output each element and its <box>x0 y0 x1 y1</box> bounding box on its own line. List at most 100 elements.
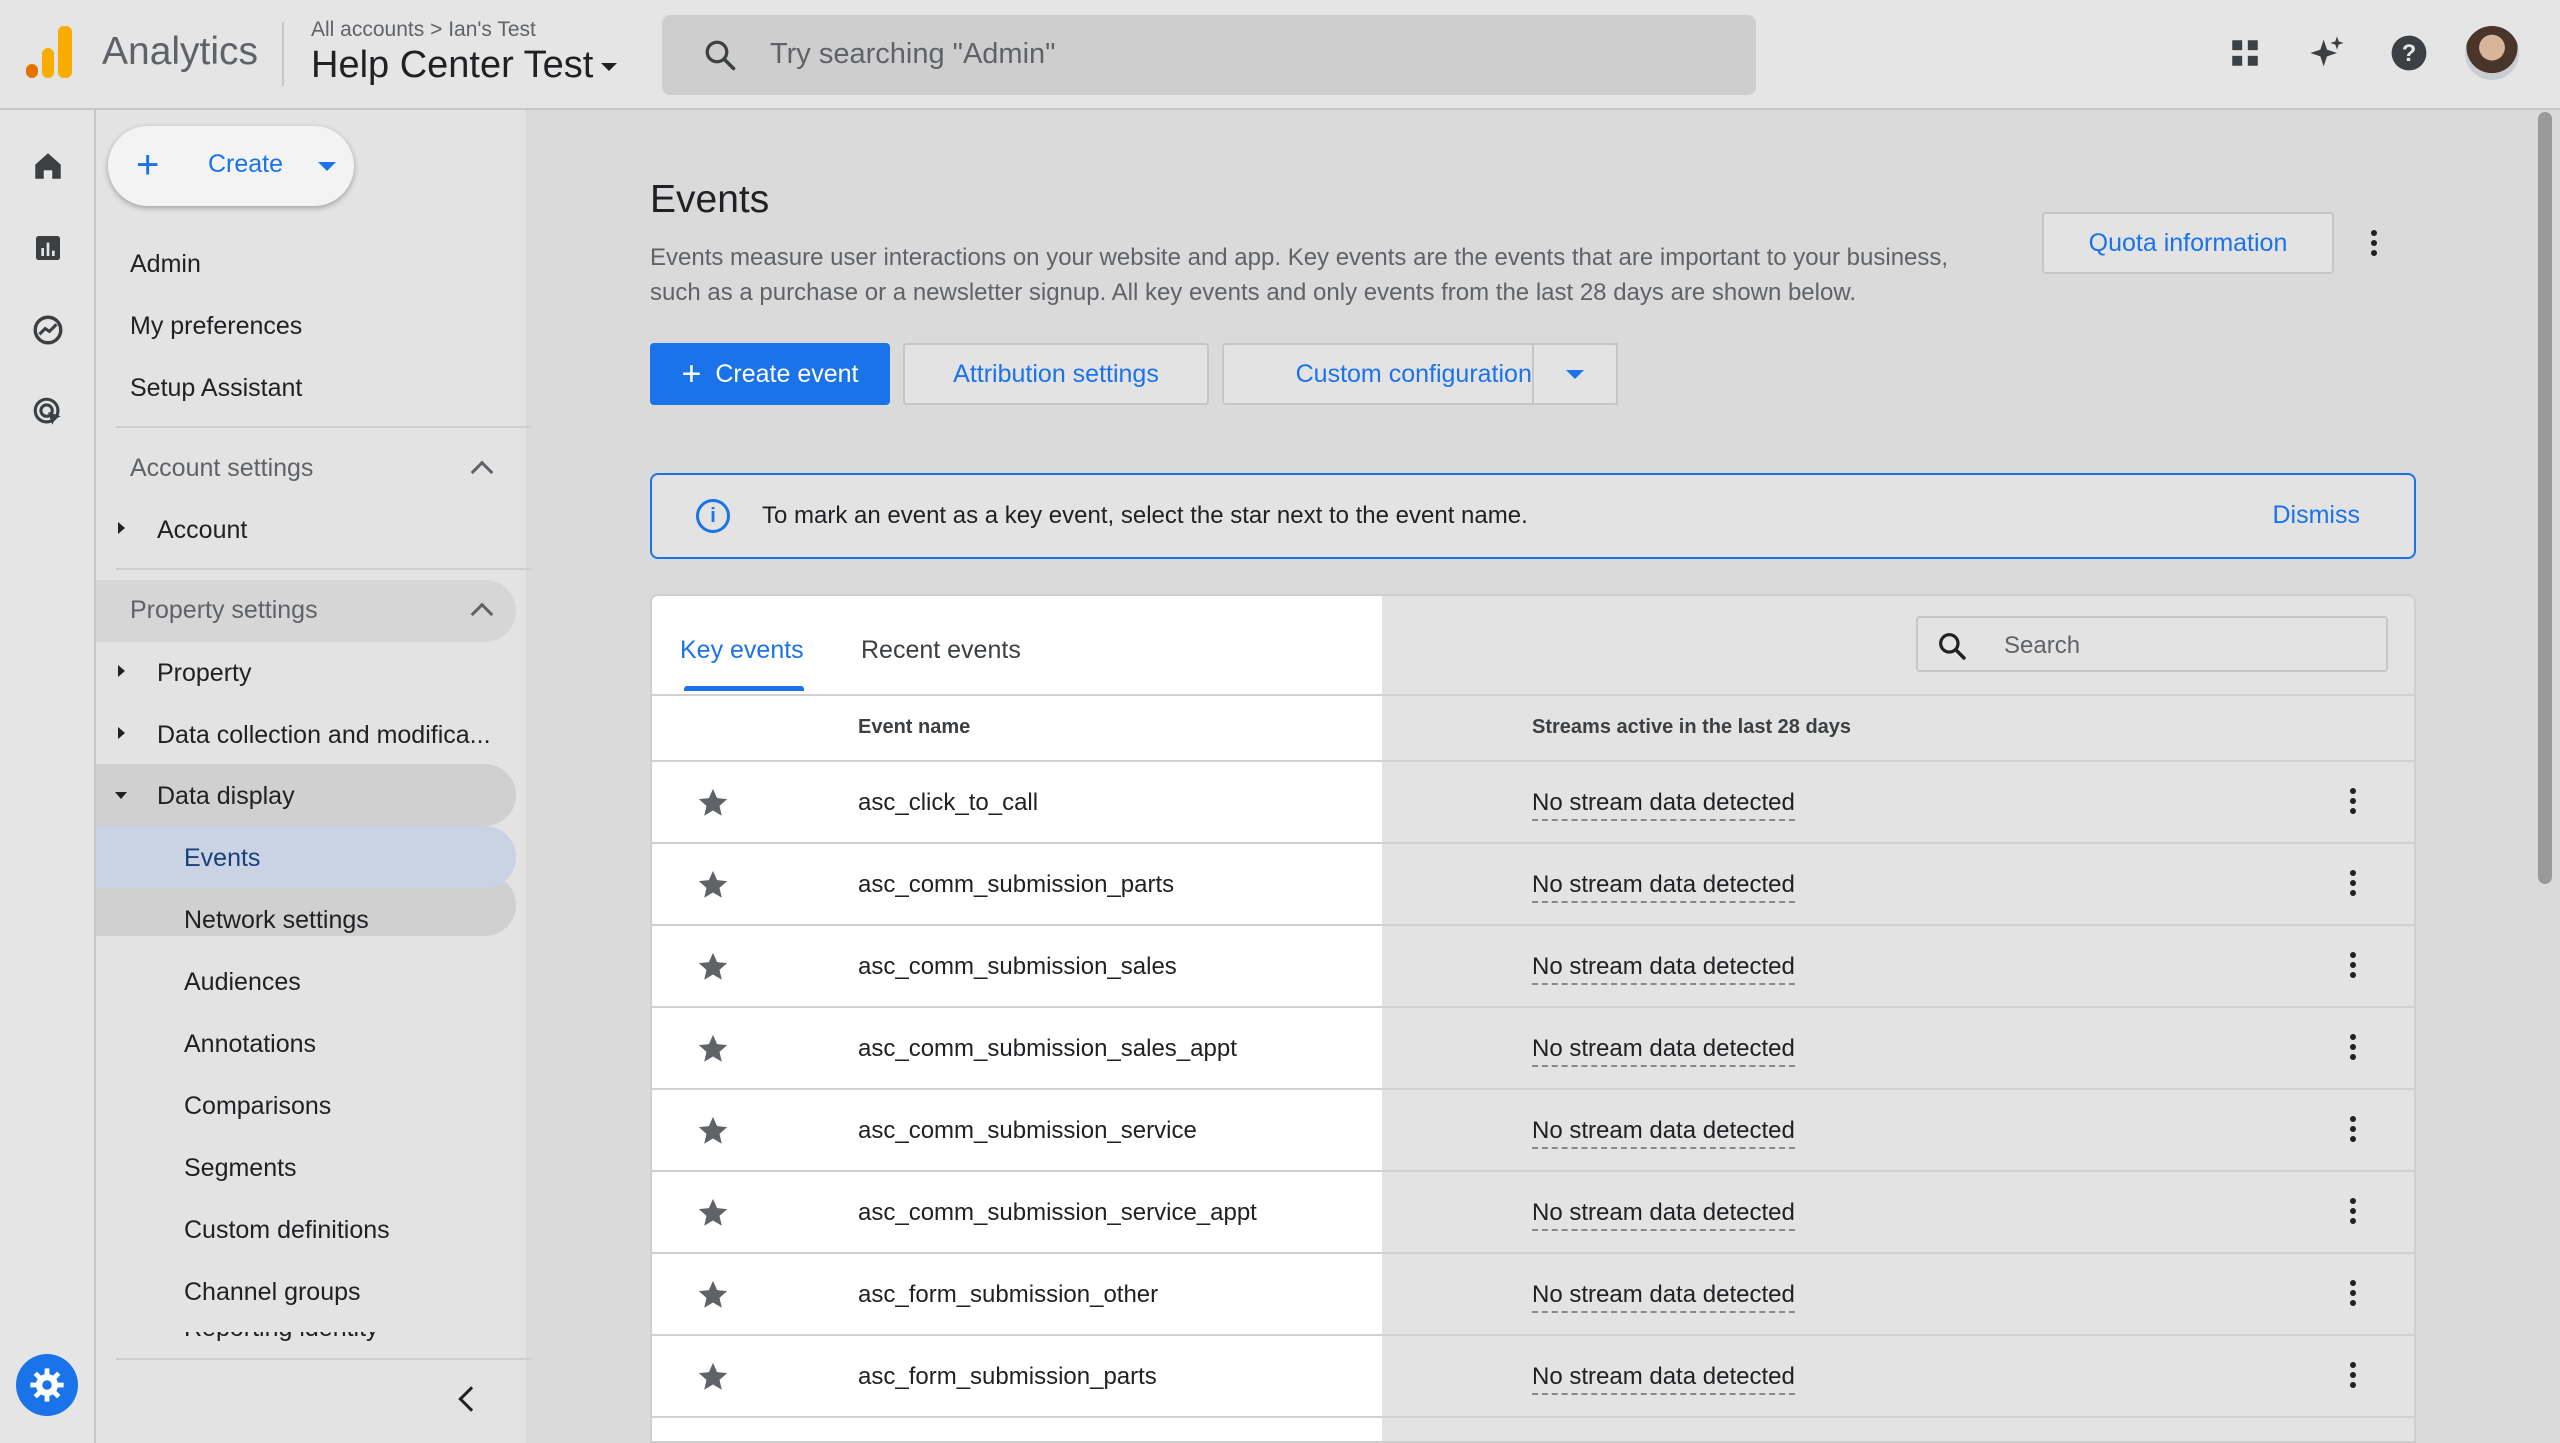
nav-item-data-display[interactable]: Data display <box>157 782 295 811</box>
advertising-icon[interactable] <box>28 392 68 432</box>
table-row: asc_click_to_call No stream data detecte… <box>652 762 2414 844</box>
stream-status[interactable]: No stream data detected <box>1532 871 1795 903</box>
table-row: asc_comm_submission_sales_appt No stream… <box>652 1008 2414 1090</box>
sparkle-icon[interactable] <box>2304 30 2350 76</box>
property-name: Help Center Test <box>311 44 594 86</box>
banner-text: To mark an event as a key event, select … <box>762 502 1528 529</box>
account-settings-header[interactable]: Account settings <box>130 454 313 483</box>
nav-item-channel-groups[interactable]: Channel groups <box>184 1278 361 1307</box>
table-row: asc_comm_submission_service_appt No stre… <box>652 1172 2414 1254</box>
stream-status[interactable]: No stream data detected <box>1532 1363 1795 1395</box>
dismiss-button[interactable]: Dismiss <box>2273 501 2361 530</box>
nav-item-data-collection[interactable]: Data collection and modifica... <box>157 721 491 750</box>
star-icon[interactable] <box>696 1360 730 1394</box>
page-kebab-menu-icon[interactable] <box>2371 230 2377 260</box>
property-settings-header[interactable]: Property settings <box>130 596 318 625</box>
nav-item-admin[interactable]: Admin <box>130 250 201 279</box>
nav-item-events[interactable]: Events <box>184 844 260 873</box>
star-icon[interactable] <box>696 950 730 984</box>
row-kebab-menu-icon[interactable] <box>2350 1362 2356 1392</box>
nav-item-setup-assistant[interactable]: Setup Assistant <box>130 374 302 403</box>
divider <box>116 426 532 428</box>
nav-item-truncated-wrapper: Reporting identity <box>184 1332 484 1344</box>
search-icon <box>705 40 736 71</box>
chevron-up-icon[interactable] <box>470 460 494 484</box>
event-name: asc_form_submission_parts <box>858 1363 1157 1390</box>
home-icon[interactable] <box>28 146 68 186</box>
nav-item-property[interactable]: Property <box>157 659 251 688</box>
row-kebab-menu-icon[interactable] <box>2350 952 2356 982</box>
col-header-event-name[interactable]: Event name <box>858 716 970 739</box>
nav-item-comparisons[interactable]: Comparisons <box>184 1092 331 1121</box>
stream-status[interactable]: No stream data detected <box>1532 1117 1795 1149</box>
event-name: asc_form_submission_other <box>858 1281 1159 1308</box>
nav-item-segments[interactable]: Segments <box>184 1154 297 1183</box>
custom-configurations-dropdown[interactable] <box>1532 343 1618 405</box>
stream-status[interactable]: No stream data detected <box>1532 789 1795 821</box>
expand-arrow-icon[interactable] <box>118 727 125 739</box>
apps-grid-icon[interactable] <box>2222 30 2268 76</box>
stream-status[interactable]: No stream data detected <box>1532 1199 1795 1231</box>
stream-status[interactable]: No stream data detected <box>1532 1035 1795 1067</box>
row-kebab-menu-icon[interactable] <box>2350 788 2356 818</box>
tab-key-events[interactable]: Key events <box>680 636 804 665</box>
nav-item-my-preferences[interactable]: My preferences <box>130 312 302 341</box>
star-icon[interactable] <box>696 1114 730 1148</box>
star-icon[interactable] <box>696 1196 730 1230</box>
nav-item-reporting-identity[interactable]: Reporting identity <box>184 1332 379 1343</box>
table-search-input[interactable]: Search <box>1916 616 2388 672</box>
breadcrumb-account[interactable]: Ian's Test <box>448 18 536 41</box>
row-kebab-menu-icon[interactable] <box>2350 1198 2356 1228</box>
main-scrollbar[interactable] <box>2538 112 2552 884</box>
row-divider <box>652 1416 2414 1418</box>
top-bar: Analytics All accounts > Ian's Test Help… <box>0 0 2560 110</box>
quota-information-button[interactable]: Quota information <box>2042 212 2334 274</box>
property-selector[interactable]: Help Center Test <box>311 44 618 87</box>
collapse-arrow-icon[interactable] <box>115 792 127 799</box>
svg-text:?: ? <box>2402 40 2417 67</box>
nav-item-account[interactable]: Account <box>157 516 247 545</box>
divider <box>116 1358 532 1360</box>
caret-down-icon <box>1566 369 1584 379</box>
reports-icon[interactable] <box>28 228 68 268</box>
events-active-highlight <box>96 826 516 888</box>
create-button[interactable]: + Create <box>108 126 354 206</box>
event-name: asc_comm_submission_sales <box>858 953 1177 980</box>
explore-icon[interactable] <box>28 310 68 350</box>
create-event-label: Create event <box>715 359 859 388</box>
global-search-input[interactable]: Try searching "Admin" <box>662 15 1756 95</box>
nav-item-audiences[interactable]: Audiences <box>184 968 301 997</box>
nav-item-annotations[interactable]: Annotations <box>184 1030 316 1059</box>
create-button-label: Create <box>208 150 284 178</box>
table-search-placeholder: Search <box>2004 632 2081 659</box>
row-kebab-menu-icon[interactable] <box>2350 870 2356 900</box>
table-row: asc_comm_submission_parts No stream data… <box>652 844 2414 926</box>
attribution-settings-button[interactable]: Attribution settings <box>903 343 1209 405</box>
stream-status[interactable]: No stream data detected <box>1532 1281 1795 1313</box>
star-icon[interactable] <box>696 868 730 902</box>
admin-gear-icon[interactable] <box>16 1354 78 1416</box>
expand-arrow-icon[interactable] <box>118 522 125 534</box>
star-icon[interactable] <box>696 1278 730 1312</box>
row-kebab-menu-icon[interactable] <box>2350 1116 2356 1146</box>
row-kebab-menu-icon[interactable] <box>2350 1280 2356 1310</box>
nav-item-network-settings[interactable]: Network settings <box>184 906 369 935</box>
star-icon[interactable] <box>696 1032 730 1066</box>
breadcrumb-all-accounts[interactable]: All accounts <box>311 18 424 41</box>
avatar[interactable] <box>2465 26 2519 80</box>
events-table-card: Key events Recent events Search Event na… <box>650 594 2416 1443</box>
row-kebab-menu-icon[interactable] <box>2350 1034 2356 1064</box>
expand-arrow-icon[interactable] <box>118 665 125 677</box>
active-tab-indicator <box>684 686 804 691</box>
col-header-streams[interactable]: Streams active in the last 28 days <box>1532 716 1851 739</box>
create-event-button[interactable]: + Create event <box>650 343 890 405</box>
tab-recent-events[interactable]: Recent events <box>861 636 1021 665</box>
nav-item-custom-definitions[interactable]: Custom definitions <box>184 1216 390 1245</box>
breadcrumb[interactable]: All accounts > Ian's Test <box>311 18 536 42</box>
help-icon[interactable]: ? <box>2386 30 2432 76</box>
star-icon[interactable] <box>696 786 730 820</box>
header-divider <box>282 22 284 86</box>
stream-status[interactable]: No stream data detected <box>1532 953 1795 985</box>
analytics-logo-icon <box>26 26 72 78</box>
event-name: asc_comm_submission_service_appt <box>858 1199 1257 1226</box>
